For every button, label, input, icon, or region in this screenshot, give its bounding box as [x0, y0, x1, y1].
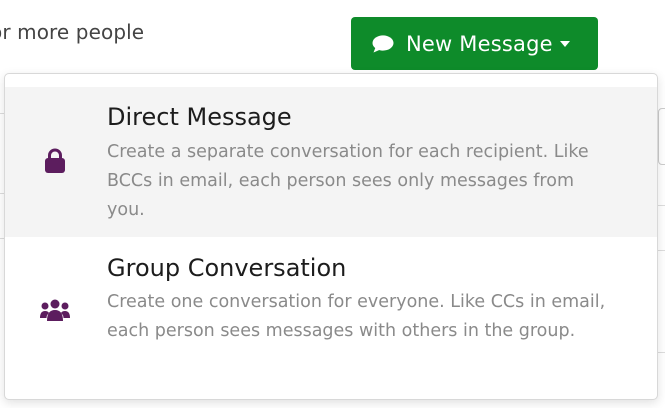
background-divider: [658, 205, 665, 206]
users-icon: [5, 299, 105, 321]
page-hint-text: or more people: [0, 20, 145, 44]
lock-icon: [5, 148, 105, 174]
group-conversation-title: Group Conversation: [107, 254, 347, 282]
background-divider: [658, 352, 665, 353]
new-message-label: New Message: [406, 31, 553, 56]
direct-message-title: Direct Message: [107, 103, 292, 131]
dropdown-option-direct-message[interactable]: Direct Message Create a separate convers…: [5, 87, 657, 237]
dropdown-option-group-conversation[interactable]: Group Conversation Create one conversati…: [5, 237, 657, 399]
group-conversation-description: Create one conversation for everyone. Li…: [107, 292, 606, 341]
background-divider: [658, 250, 665, 251]
new-message-button[interactable]: New Message: [351, 17, 598, 70]
background-panel-edge: [658, 108, 665, 165]
direct-message-description: Create a separate conversation for each …: [107, 142, 589, 220]
comment-icon: [372, 34, 394, 53]
new-message-dropdown: Direct Message Create a separate convers…: [4, 73, 658, 400]
caret-down-icon: [559, 40, 570, 47]
